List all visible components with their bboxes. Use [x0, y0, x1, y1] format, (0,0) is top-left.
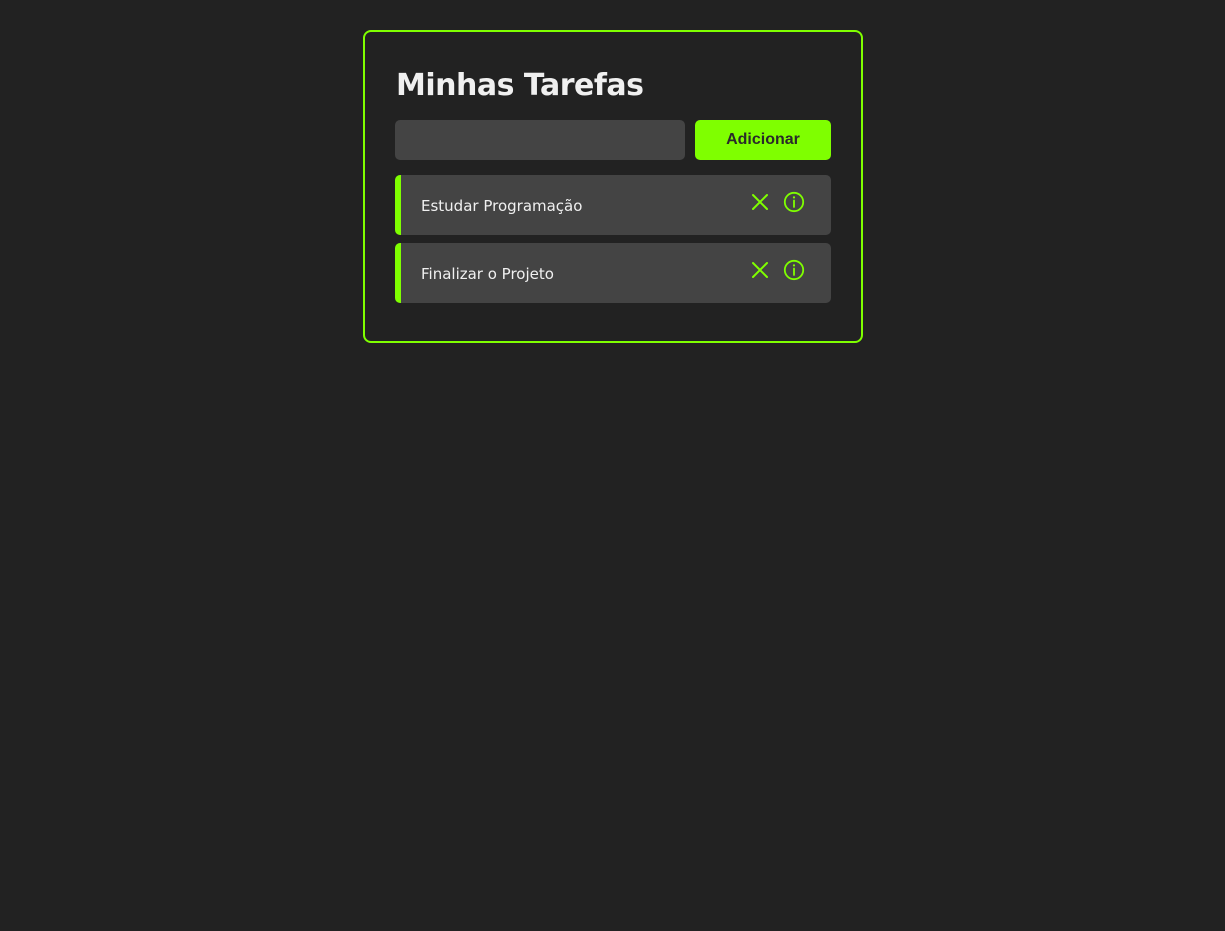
task-details-button[interactable] — [781, 189, 807, 215]
close-icon — [752, 262, 768, 278]
page-title: Minhas Tarefas — [396, 68, 644, 103]
task-item: Finalizar o Projeto — [395, 243, 831, 303]
info-icon — [783, 259, 805, 281]
task-list: Estudar Programação Finalizar o Projeto — [395, 175, 831, 311]
close-icon — [752, 194, 768, 210]
task-title[interactable]: Estudar Programação — [421, 195, 582, 217]
task-details-button[interactable] — [781, 257, 807, 283]
task-card: Minhas Tarefas Adicionar Estudar Program… — [363, 30, 863, 343]
task-title[interactable]: Finalizar o Projeto — [421, 263, 554, 285]
info-icon — [783, 191, 805, 213]
remove-task-button[interactable] — [747, 189, 773, 215]
remove-task-button[interactable] — [747, 257, 773, 283]
task-item: Estudar Programação — [395, 175, 831, 235]
task-input[interactable] — [395, 120, 685, 160]
add-task-button[interactable]: Adicionar — [695, 120, 831, 160]
